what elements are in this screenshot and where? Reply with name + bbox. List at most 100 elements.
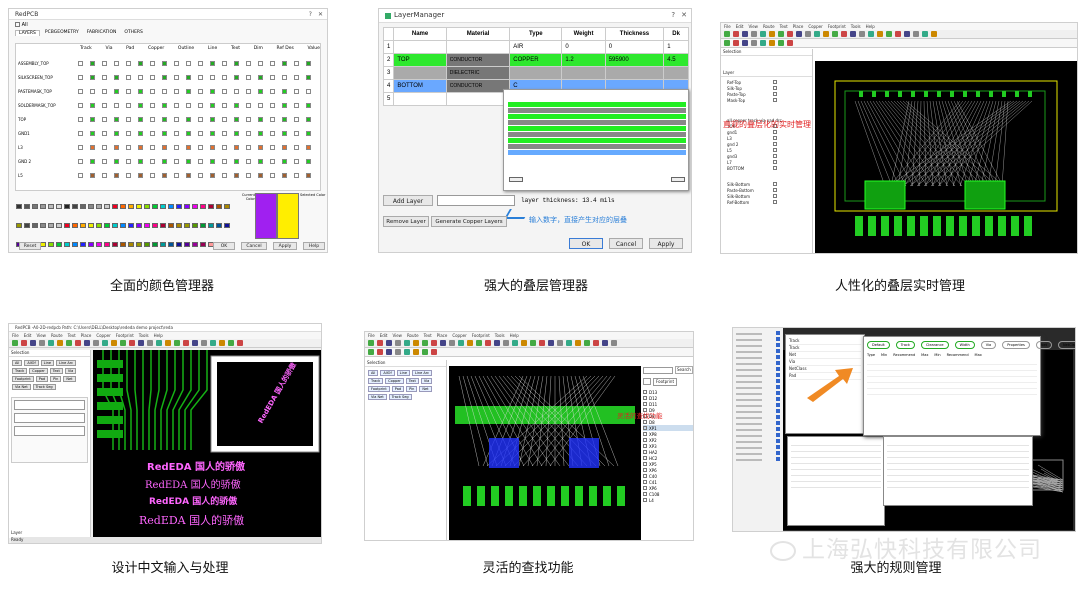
color-checkbox[interactable]: [294, 144, 299, 150]
menu-item[interactable]: Tools: [139, 332, 149, 339]
toolbar-icon[interactable]: [404, 340, 410, 346]
color-checkbox[interactable]: [306, 88, 311, 94]
rule-tab[interactable]: Properties: [1002, 341, 1030, 349]
color-checkbox[interactable]: [174, 74, 179, 80]
color-checkbox[interactable]: [234, 60, 239, 66]
menu-item[interactable]: View: [36, 332, 46, 339]
color-checkbox[interactable]: [306, 116, 311, 122]
color-checkbox[interactable]: [114, 116, 119, 122]
color-checkbox[interactable]: [234, 116, 239, 122]
palette-swatch[interactable]: [80, 204, 86, 209]
color-checkbox[interactable]: [234, 102, 239, 108]
color-checkbox[interactable]: [294, 116, 299, 122]
color-checkbox[interactable]: [90, 60, 95, 66]
toolbar-icon[interactable]: [877, 31, 883, 37]
selection-filter-button[interactable]: Text: [405, 378, 419, 384]
color-checkbox[interactable]: [174, 172, 179, 178]
color-checkbox[interactable]: [102, 144, 107, 150]
color-checkbox[interactable]: [126, 116, 131, 122]
color-checkbox[interactable]: [90, 130, 95, 136]
palette-swatch[interactable]: [160, 242, 166, 247]
color-checkbox[interactable]: [306, 130, 311, 136]
result-checkbox[interactable]: [643, 402, 647, 406]
color-checkbox[interactable]: [90, 144, 95, 150]
palette-swatch[interactable]: [192, 242, 198, 247]
layer-row[interactable]: 2 TOP CONDUCTOR COPPER 1.2 595900 4.5: [382, 53, 689, 67]
color-checkbox[interactable]: [270, 116, 275, 122]
palette-swatch[interactable]: [168, 223, 174, 228]
color-checkbox[interactable]: [222, 144, 227, 150]
toolbar-icon[interactable]: [84, 340, 90, 346]
rule-checkbox[interactable]: [776, 439, 780, 443]
menu-item[interactable]: Tools: [851, 23, 861, 30]
toolbar-icon[interactable]: [120, 340, 126, 346]
toolbar-icon[interactable]: [913, 31, 919, 37]
palette-swatch[interactable]: [64, 223, 70, 228]
color-checkbox[interactable]: [210, 172, 215, 178]
color-checkbox[interactable]: [186, 60, 191, 66]
toolbar-icon[interactable]: [760, 40, 766, 46]
color-checkbox[interactable]: [222, 130, 227, 136]
menu-item[interactable]: Footprint: [828, 23, 846, 30]
layer-toggle[interactable]: BOTTOM: [727, 166, 777, 172]
toolbar-icon[interactable]: [859, 31, 865, 37]
result-checkbox[interactable]: [643, 468, 647, 472]
rule-row[interactable]: [867, 389, 1037, 395]
color-checkbox[interactable]: [282, 60, 287, 66]
palette-swatch[interactable]: [200, 242, 206, 247]
palette-swatch[interactable]: [216, 223, 222, 228]
apply-button[interactable]: Apply: [273, 242, 297, 250]
font-field[interactable]: [14, 413, 85, 423]
cancel-button[interactable]: Cancel: [241, 242, 267, 250]
palette-swatch[interactable]: [48, 242, 54, 247]
color-checkbox[interactable]: [198, 130, 203, 136]
menu-item[interactable]: Place: [81, 332, 92, 339]
color-checkbox[interactable]: [294, 158, 299, 164]
close-icon[interactable]: ✕: [318, 9, 323, 20]
selection-filter-button[interactable]: Copper: [29, 368, 48, 374]
palette-swatch[interactable]: [128, 204, 134, 209]
color-checkbox[interactable]: [234, 74, 239, 80]
selection-filter-button[interactable]: Via: [64, 368, 77, 374]
color-checkbox[interactable]: [210, 116, 215, 122]
color-checkbox[interactable]: [234, 172, 239, 178]
layer-row[interactable]: 1 AIR 0 0 1: [382, 40, 689, 54]
help-icon[interactable]: ?: [671, 10, 675, 21]
color-checkbox[interactable]: [186, 74, 191, 80]
visibility-checkbox[interactable]: [773, 86, 777, 90]
selection-filter-button[interactable]: Track: [12, 368, 28, 374]
toolbar-icon[interactable]: [485, 340, 491, 346]
menu-item[interactable]: Edit: [24, 332, 32, 339]
palette-swatch[interactable]: [88, 242, 94, 247]
palette-swatch[interactable]: [176, 204, 182, 209]
menu-item[interactable]: Help: [866, 23, 875, 30]
color-checkbox[interactable]: [258, 144, 263, 150]
toolbar-icon[interactable]: [593, 340, 599, 346]
color-checkbox[interactable]: [138, 74, 143, 80]
tab-layers[interactable]: LAYERS: [15, 30, 40, 36]
color-checkbox[interactable]: [126, 74, 131, 80]
visibility-checkbox[interactable]: [773, 200, 777, 204]
rule-checkbox[interactable]: [776, 403, 780, 407]
rule-tab[interactable]: Track: [895, 341, 915, 349]
result-checkbox[interactable]: [643, 498, 647, 502]
toolbar-icon[interactable]: [377, 349, 383, 355]
toolbar-icon[interactable]: [832, 31, 838, 37]
visibility-checkbox[interactable]: [773, 182, 777, 186]
toolbar-icon[interactable]: [12, 340, 18, 346]
toolbar-icon[interactable]: [422, 349, 428, 355]
color-checkbox[interactable]: [246, 172, 251, 178]
toolbar-icon[interactable]: [476, 340, 482, 346]
color-checkbox[interactable]: [186, 158, 191, 164]
visibility-checkbox[interactable]: [773, 148, 777, 152]
result-checkbox[interactable]: [643, 450, 647, 454]
color-checkbox[interactable]: [198, 158, 203, 164]
toolbar-icon[interactable]: [886, 31, 892, 37]
selection-filter-button[interactable]: Pin: [406, 386, 418, 392]
color-checkbox[interactable]: [138, 60, 143, 66]
color-checkbox[interactable]: [126, 158, 131, 164]
toolbar-icon[interactable]: [742, 40, 748, 46]
toolbar-icon[interactable]: [805, 31, 811, 37]
toolbar-icon[interactable]: [557, 340, 563, 346]
menu-item[interactable]: Place: [793, 23, 804, 30]
